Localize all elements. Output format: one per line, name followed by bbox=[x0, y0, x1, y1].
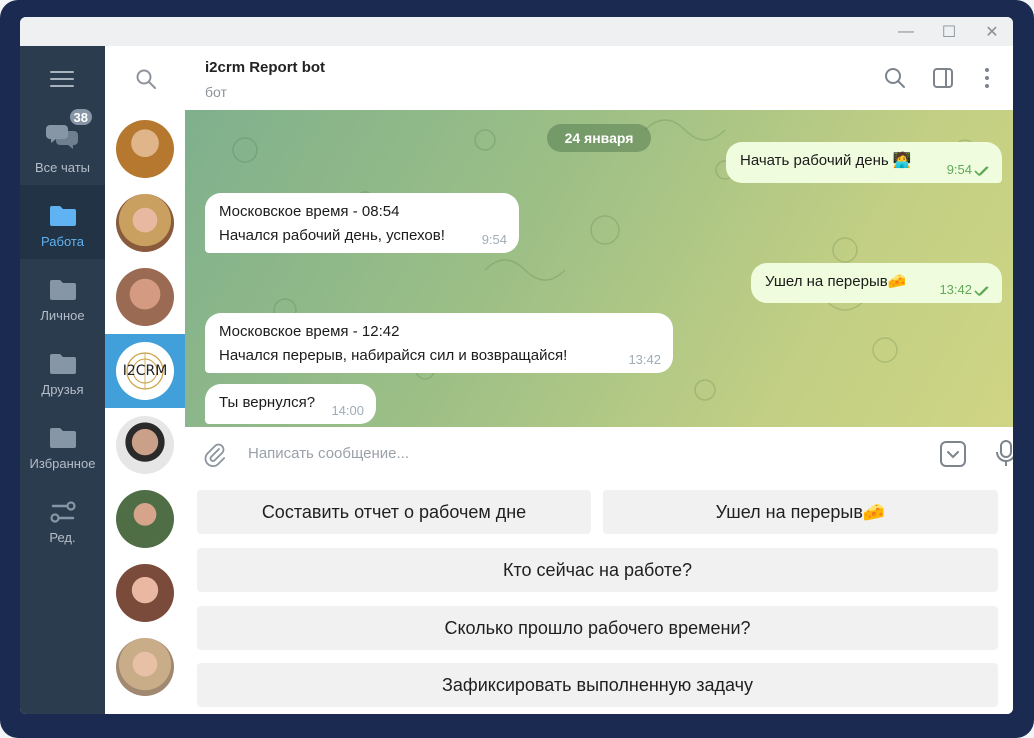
message-text: Начать рабочий день 🧑‍💻 bbox=[740, 152, 912, 169]
chat-item[interactable] bbox=[105, 112, 185, 186]
folder-work[interactable]: Работа bbox=[20, 185, 105, 259]
message-text: Ушел на перерыв🧀 bbox=[765, 273, 907, 290]
folder-favorites[interactable]: Избранное bbox=[20, 407, 105, 481]
bot-button-worked-time[interactable]: Сколько прошло рабочего времени? bbox=[197, 606, 998, 650]
chat-title[interactable]: i2crm Report bot bbox=[205, 59, 325, 76]
unread-badge: 38 bbox=[67, 107, 94, 127]
folder-label: Все чаты bbox=[34, 160, 91, 175]
bot-button-break[interactable]: Ушел на перерыв🧀 bbox=[603, 490, 998, 534]
app-window: — ☐ ✕ 38 Все чаты Работа Личное Друзья И… bbox=[20, 17, 1013, 714]
chat-subtitle: бот bbox=[205, 84, 227, 100]
folder-icon bbox=[49, 280, 76, 300]
avatar bbox=[116, 564, 174, 622]
message-area: 24 января Начать рабочий день 🧑‍💻 9:54 М… bbox=[185, 110, 1013, 427]
folder-personal[interactable]: Личное bbox=[20, 259, 105, 333]
message-line: Начался перерыв, набирайся сил и возвращ… bbox=[219, 347, 568, 364]
message-outgoing[interactable]: Начать рабочий день 🧑‍💻 9:54 bbox=[726, 142, 1002, 183]
folder-label: Работа bbox=[41, 234, 84, 249]
message-incoming[interactable]: Московское время - 08:54 Начался рабочий… bbox=[205, 193, 519, 253]
close-button[interactable]: ✕ bbox=[970, 17, 1013, 46]
folder-icon bbox=[49, 354, 76, 374]
avatar bbox=[116, 638, 174, 696]
message-outgoing[interactable]: Ушел на перерыв🧀 13:42 bbox=[751, 263, 1002, 303]
folder-edit[interactable]: Ред. bbox=[20, 481, 105, 555]
edit-folders-icon bbox=[49, 501, 76, 523]
avatar: I2CRM bbox=[116, 342, 174, 400]
avatar bbox=[116, 416, 174, 474]
search-icon[interactable] bbox=[883, 66, 907, 90]
folder-icon bbox=[49, 206, 76, 226]
chat-item-i2crm[interactable]: I2CRM bbox=[105, 334, 185, 408]
message-time: 9:54 bbox=[946, 162, 972, 177]
chat-item[interactable] bbox=[105, 630, 185, 704]
attach-icon[interactable] bbox=[201, 441, 227, 467]
message-time: 9:54 bbox=[481, 232, 507, 247]
folder-label: Личное bbox=[40, 308, 85, 323]
message-line: Московское время - 08:54 bbox=[219, 203, 400, 220]
message-line: Начался рабочий день, успехов! bbox=[219, 227, 445, 244]
maximize-button[interactable]: ☐ bbox=[927, 17, 971, 46]
chat-item[interactable] bbox=[105, 186, 185, 260]
message-time: 14:00 bbox=[331, 403, 364, 418]
chat-list: I2CRM bbox=[105, 46, 186, 714]
minimize-button[interactable]: — bbox=[884, 17, 928, 46]
folder-icon bbox=[49, 428, 76, 448]
bot-button-report[interactable]: Составить отчет о рабочем дне bbox=[197, 490, 591, 534]
title-bar: — ☐ ✕ bbox=[20, 17, 1013, 46]
bot-button-log-task[interactable]: Зафиксировать выполненную задачу bbox=[197, 663, 998, 707]
message-line: Московское время - 12:42 bbox=[219, 323, 400, 340]
message-incoming[interactable]: Ты вернулся? 14:00 bbox=[205, 384, 376, 424]
folder-label: Ред. bbox=[49, 530, 76, 545]
bot-button-who-at-work[interactable]: Кто сейчас на работе? bbox=[197, 548, 998, 592]
microphone-icon[interactable] bbox=[993, 439, 1013, 469]
folder-label: Избранное bbox=[29, 456, 96, 471]
date-separator: 24 января bbox=[547, 124, 651, 152]
message-input[interactable]: Написать сообщение... bbox=[248, 445, 409, 462]
chat-item[interactable] bbox=[105, 260, 185, 334]
double-check-icon bbox=[974, 166, 989, 177]
more-options-icon[interactable] bbox=[975, 66, 999, 90]
folder-friends[interactable]: Друзья bbox=[20, 333, 105, 407]
chat-item[interactable] bbox=[105, 556, 185, 630]
folder-label: Друзья bbox=[41, 382, 84, 397]
menu-icon[interactable] bbox=[50, 71, 74, 87]
avatar bbox=[116, 490, 174, 548]
folders-sidebar: 38 Все чаты Работа Личное Друзья Избранн… bbox=[20, 46, 105, 714]
chat-item[interactable] bbox=[105, 408, 185, 482]
message-composer: Написать сообщение... bbox=[185, 427, 1013, 481]
avatar bbox=[116, 194, 174, 252]
avatar bbox=[116, 268, 174, 326]
chat-header: i2crm Report bot бот bbox=[185, 46, 1013, 111]
bot-keyboard-icon[interactable] bbox=[939, 440, 967, 468]
avatar-text: I2CRM bbox=[122, 363, 168, 379]
search-icon[interactable] bbox=[135, 68, 157, 90]
app-frame: — ☐ ✕ 38 Все чаты Работа Личное Друзья И… bbox=[0, 0, 1034, 738]
double-check-icon bbox=[974, 286, 989, 297]
avatar bbox=[116, 120, 174, 178]
chats-icon: 38 bbox=[45, 107, 94, 154]
sidebar-toggle-icon[interactable] bbox=[931, 66, 955, 90]
bot-keyboard: Составить отчет о рабочем дне Ушел на пе… bbox=[185, 481, 1013, 714]
message-incoming[interactable]: Московское время - 12:42 Начался перерыв… bbox=[205, 313, 673, 373]
message-time: 13:42 bbox=[628, 352, 661, 367]
message-time: 13:42 bbox=[939, 282, 972, 297]
chat-item[interactable] bbox=[105, 482, 185, 556]
message-text: Ты вернулся? bbox=[219, 394, 316, 411]
folder-all-chats[interactable]: 38 Все чаты bbox=[20, 107, 105, 185]
